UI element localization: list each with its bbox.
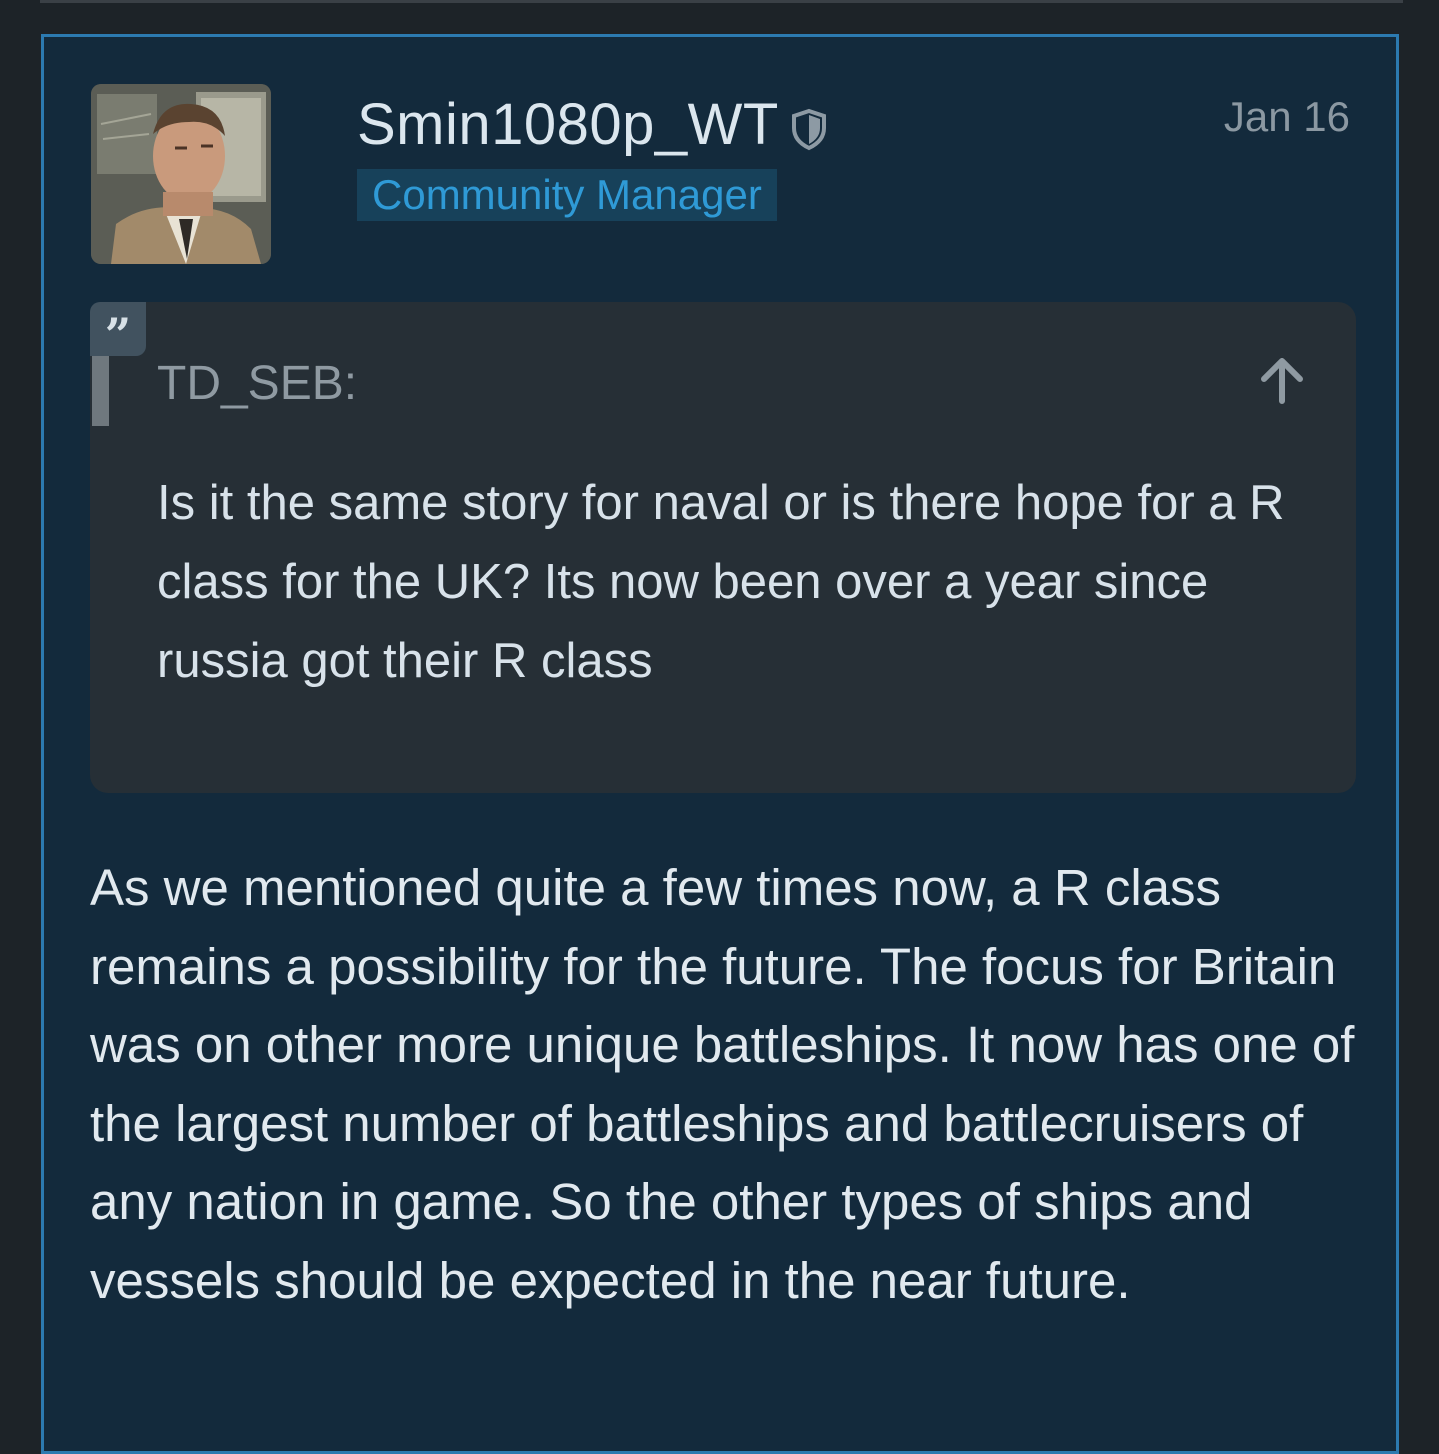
user-title-badge: Community Manager: [357, 169, 777, 221]
avatar[interactable]: [91, 84, 271, 264]
quote-icon: ”: [90, 302, 146, 362]
quote-bar: [92, 356, 109, 426]
forum-post: Smin1080p_WT Community Manager Jan 16 ” …: [41, 34, 1399, 1454]
author-username[interactable]: Smin1080p_WT: [357, 91, 779, 158]
arrow-up-icon[interactable]: [1254, 351, 1310, 407]
post-body: As we mentioned quite a few times now, a…: [90, 859, 1355, 1309]
top-divider: [40, 0, 1403, 3]
shield-icon: [789, 107, 829, 151]
author-row: Smin1080p_WT: [357, 91, 829, 158]
quote-text: Is it the same story for naval or is the…: [157, 476, 1285, 688]
post-date[interactable]: Jan 16: [1224, 93, 1350, 141]
quote-author[interactable]: TD_SEB:: [157, 356, 357, 411]
